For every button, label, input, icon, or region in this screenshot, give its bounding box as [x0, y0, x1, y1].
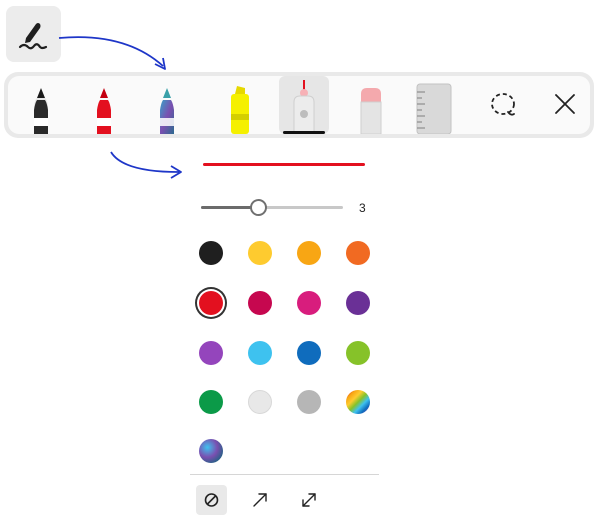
toolbar-body [8, 76, 590, 134]
color-swatch-orange[interactable] [297, 241, 321, 265]
color-swatch-yellow[interactable] [248, 241, 272, 265]
stroke-preview [203, 163, 365, 166]
galaxy-pen-icon [160, 88, 174, 134]
arrow-up-right-icon [253, 493, 267, 507]
pen-trigger-button[interactable] [6, 6, 61, 62]
color-swatch-red[interactable] [199, 291, 223, 315]
color-swatch-blue[interactable] [297, 341, 321, 365]
color-swatch-lime[interactable] [346, 341, 370, 365]
laser-pointer-icon [293, 80, 315, 134]
color-swatch-rainbow[interactable] [346, 390, 370, 414]
toolbar-close-button[interactable] [540, 76, 590, 134]
flyout-divider [190, 474, 379, 475]
tool-black-pen[interactable] [16, 76, 66, 134]
color-swatch-gray[interactable] [297, 390, 321, 414]
close-icon [555, 94, 575, 114]
pen-toolbar [4, 72, 594, 138]
color-swatch-violet[interactable] [199, 341, 223, 365]
tool-red-pen[interactable] [79, 76, 129, 134]
color-swatch-light-blue[interactable] [248, 341, 272, 365]
tool-galaxy-pen[interactable] [142, 76, 192, 134]
lasso-icon [491, 93, 515, 116]
color-swatch-purple[interactable] [346, 291, 370, 315]
color-swatch-light-gray[interactable] [248, 390, 272, 414]
tool-eraser[interactable] [346, 76, 396, 134]
double-arrow-icon [302, 493, 316, 507]
annotation-arrow [58, 36, 166, 70]
no-arrow-button[interactable] [196, 485, 227, 515]
color-swatch-galaxy[interactable] [199, 439, 223, 463]
eraser-icon [360, 88, 382, 134]
no-arrow-icon [204, 493, 219, 507]
tool-ruler[interactable] [409, 76, 459, 134]
tool-laser-pointer[interactable] [279, 76, 329, 134]
color-swatch-black[interactable] [199, 241, 223, 265]
color-swatch-magenta[interactable] [297, 291, 321, 315]
tool-lasso-select[interactable] [478, 76, 528, 134]
thickness-slider-thumb[interactable] [249, 199, 267, 216]
ruler-icon [416, 83, 452, 134]
color-swatch-green[interactable] [199, 390, 223, 414]
pen-signature-icon [18, 23, 48, 50]
color-swatch-dark-orange[interactable] [346, 241, 370, 265]
yellow-highlighter-icon [231, 86, 249, 134]
thickness-value: 3 [359, 201, 366, 215]
annotation-arrow [110, 151, 182, 179]
color-swatch-crimson[interactable] [248, 291, 272, 315]
red-pen-icon [97, 88, 111, 134]
tool-highlighter[interactable] [215, 76, 265, 134]
single-arrow-button[interactable] [245, 485, 276, 515]
black-pen-icon [34, 88, 48, 134]
double-arrow-button[interactable] [294, 485, 325, 515]
